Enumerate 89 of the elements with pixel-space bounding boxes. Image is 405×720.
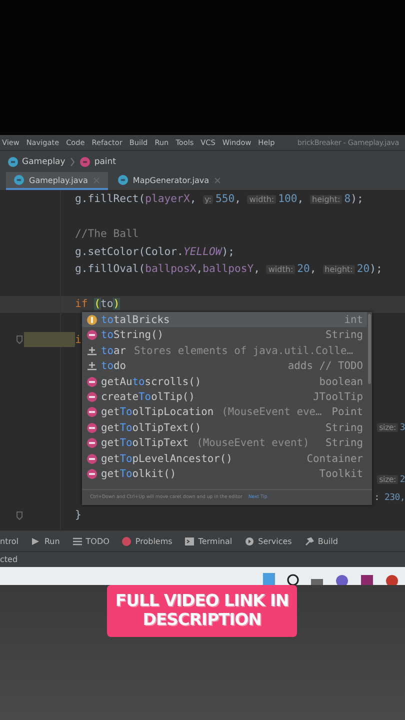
code-line: i <box>75 334 82 346</box>
code-line: size: 2 <box>377 475 405 486</box>
run-icon <box>31 536 40 546</box>
tool-window-button[interactable]: Services <box>245 536 292 546</box>
chevron-icon <box>70 156 76 166</box>
completion-item[interactable]: toar Stores elements of java.util.Colle… <box>82 342 367 358</box>
completion-name: getToolTipText <box>101 437 189 450</box>
completion-item[interactable]: getTopLevelAncestor() Container <box>82 451 367 467</box>
completion-type: String <box>325 329 363 342</box>
close-icon[interactable] <box>214 176 221 184</box>
class-icon <box>14 175 24 185</box>
hammer-icon <box>304 536 314 546</box>
completion-item[interactable]: createToolTip() JToolTip <box>82 389 367 405</box>
completion-detail: (MouseEvent event) <box>196 437 310 450</box>
completion-detail: Stores elements of java.util.Colle… <box>134 344 354 357</box>
list-icon <box>72 536 82 546</box>
method-icon <box>87 454 97 464</box>
template-icon <box>87 346 97 356</box>
class-icon <box>8 156 18 166</box>
code-line: //The Ball <box>75 228 139 240</box>
fold-icon[interactable] <box>16 510 23 520</box>
completion-type: String <box>325 422 363 434</box>
completion-item[interactable]: getToolTipLocation (MouseEvent eve… Point <box>82 404 367 420</box>
editor-tab[interactable]: MapGenerator.java <box>110 172 229 190</box>
template-icon <box>87 361 97 372</box>
completion-type: boolean <box>319 376 363 388</box>
tool-window-button[interactable]: Run <box>31 536 60 546</box>
completion-name: todo <box>101 360 126 372</box>
promo-banner: FULL VIDEO LINK IN DESCRIPTION <box>107 585 297 637</box>
scrollbar[interactable] <box>368 314 371 384</box>
tool-window-button[interactable]: Problems <box>122 536 172 546</box>
method-icon <box>87 392 97 402</box>
chat-icon[interactable] <box>335 573 349 585</box>
completion-item[interactable]: getAutoscrolls() boolean <box>82 374 367 390</box>
completion-name: getToolTipText() <box>101 422 202 434</box>
completion-type: Toolkit <box>319 468 363 480</box>
app-icon[interactable] <box>361 573 373 585</box>
breadcrumb[interactable]: paint <box>94 156 116 166</box>
method-icon <box>87 407 97 418</box>
search-icon[interactable] <box>287 573 299 585</box>
completion-name: getToolkit() <box>101 468 176 480</box>
completion-name: getToolTipLocation <box>101 406 214 418</box>
completion-name: getAutoscrolls() <box>101 376 202 388</box>
code-line: size: 3 <box>377 422 405 433</box>
completion-item[interactable]: getToolTipText() String <box>82 420 367 436</box>
tool-window-button[interactable]: ntrol <box>0 536 18 546</box>
completion-item[interactable]: todo adds // TODO <box>82 358 367 374</box>
tool-window-button[interactable]: Terminal <box>185 536 232 546</box>
editor-tab[interactable]: Gameplay.java <box>6 172 108 190</box>
method-icon <box>80 156 90 166</box>
tool-window-button[interactable]: Build <box>304 536 338 546</box>
completion-name: getTopLevelAncestor() <box>101 452 232 465</box>
method-icon <box>87 438 97 448</box>
breadcrumb[interactable]: Gameplay <box>22 156 66 166</box>
completion-name: toString() <box>101 329 164 342</box>
completion-detail: (MouseEvent eve… <box>222 406 323 418</box>
code-line: g.fillRect(playerX, y: 550, width: 100, height: 8); <box>75 192 364 205</box>
completion-item[interactable]: getToolkit() Toolkit <box>82 466 367 482</box>
method-icon <box>87 422 97 433</box>
completion-type: adds // TODO <box>288 360 363 372</box>
status-text: cted <box>0 555 18 564</box>
completion-type: JToolTip <box>312 390 363 403</box>
method-icon <box>87 469 97 480</box>
close-icon[interactable] <box>92 176 100 184</box>
completion-type: Point <box>332 406 363 418</box>
method-icon <box>87 376 97 387</box>
fold-icon[interactable] <box>16 335 23 344</box>
code-line: g.setColor(Color.YELLOW); <box>75 246 234 258</box>
play-circle-icon <box>245 536 254 546</box>
code-line: : 230, <box>374 492 405 503</box>
terminal-icon <box>185 536 194 546</box>
error-icon <box>122 536 132 546</box>
code-line: if (to) <box>75 298 120 310</box>
class-icon <box>118 175 128 185</box>
code-line: } <box>75 509 82 522</box>
field-icon <box>87 314 97 325</box>
code-line: g.fillOval(ballposX,ballposY, width: 20, height: 20); <box>75 263 382 276</box>
completion-item[interactable]: getToolTipText (MouseEvent event) String <box>82 436 367 452</box>
tool-window-button[interactable]: TODO <box>72 536 110 546</box>
completion-item[interactable]: totalBricks int <box>82 312 367 328</box>
completion-name: totalBricks <box>101 314 170 326</box>
completion-type: int <box>344 314 363 326</box>
completion-name: createToolTip() <box>101 390 195 403</box>
method-icon <box>87 330 97 340</box>
completion-name: toar <box>101 344 126 357</box>
completion-type: Container <box>306 452 363 465</box>
app-icon[interactable] <box>385 573 399 585</box>
completion-item[interactable]: toString() String <box>82 327 367 343</box>
completion-type: String <box>325 437 363 450</box>
